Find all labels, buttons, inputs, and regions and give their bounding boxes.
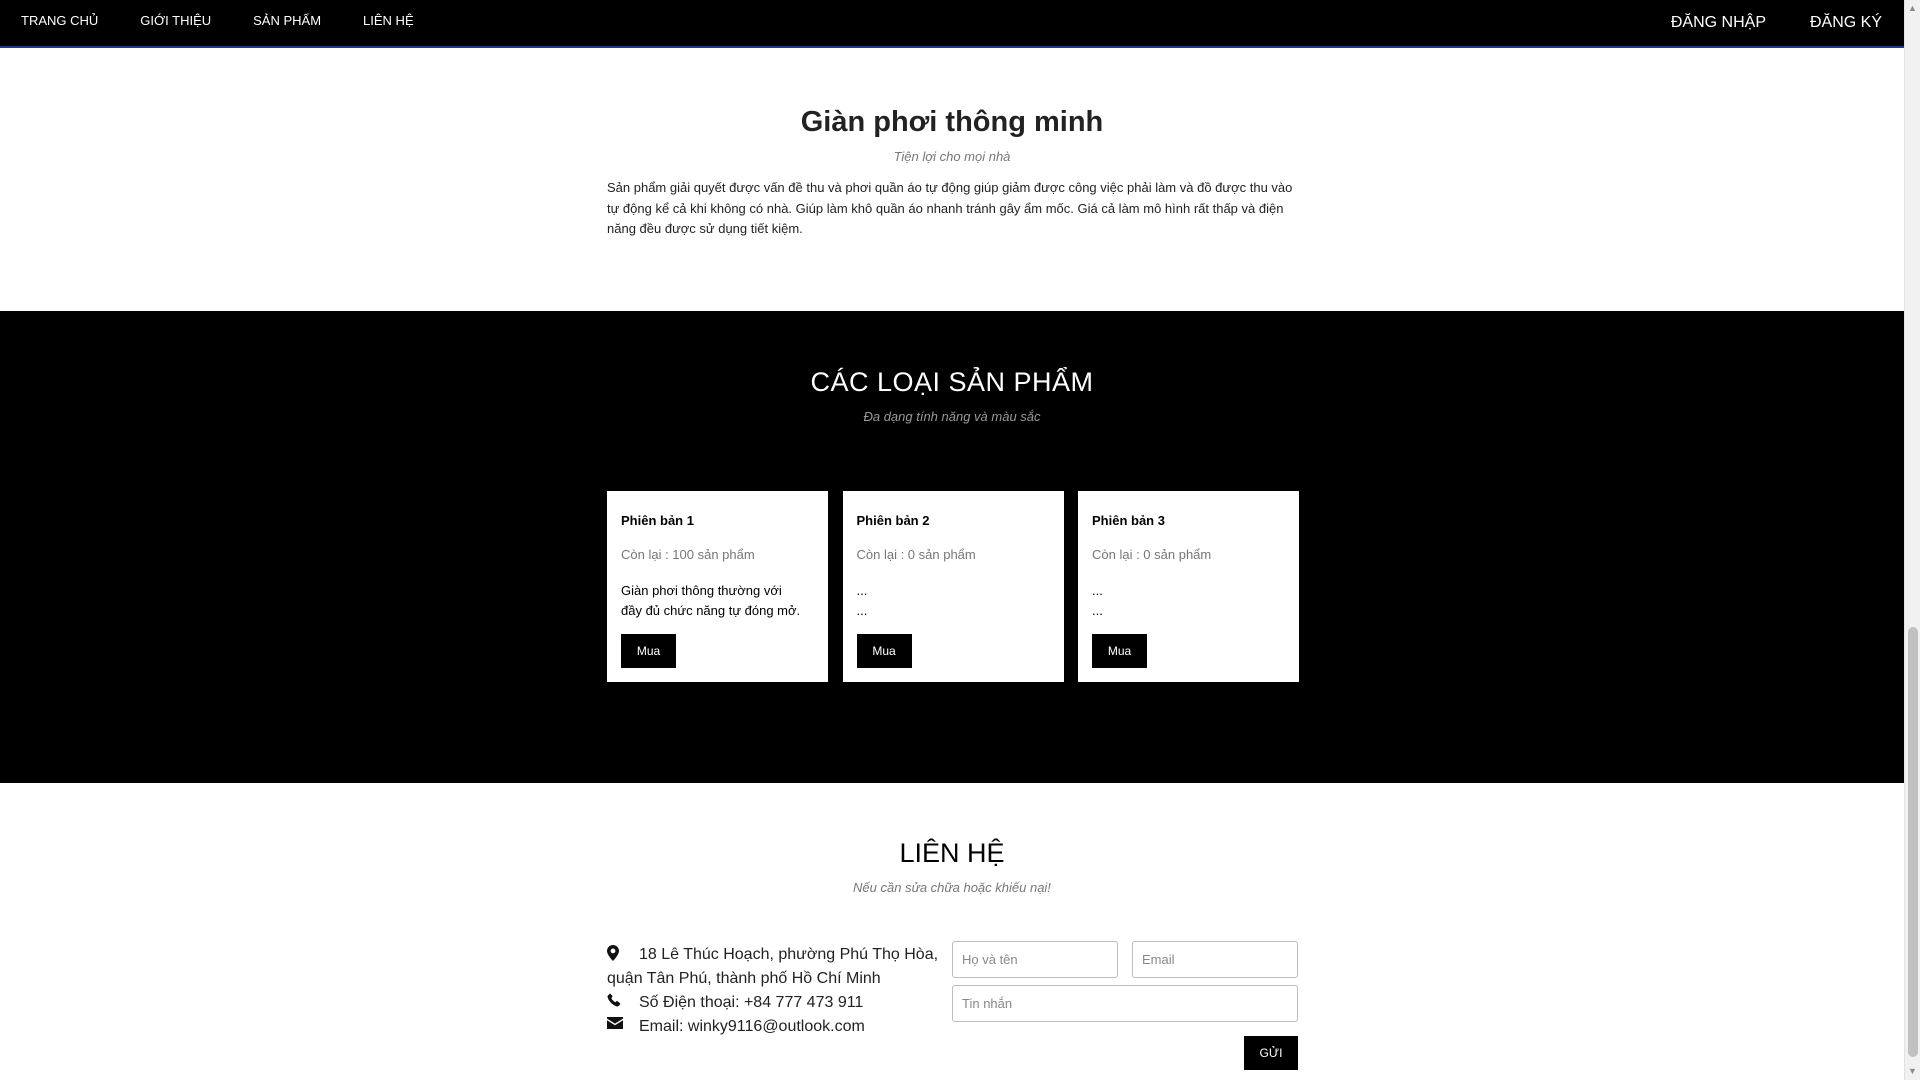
email-text: Email: winky9116@outlook.com xyxy=(639,1018,865,1035)
product-card-3: Phiên bản 3 Còn lại : 0 sản phẩm ... ...… xyxy=(1078,491,1299,682)
buy-button[interactable]: Mua xyxy=(1092,634,1147,668)
product-stock: Còn lại : 100 sản phẩm xyxy=(621,547,755,562)
about-title: Giàn phơi thông minh xyxy=(800,106,1104,138)
contact-section: LIÊN HỆ Nếu cần sửa chữa hoặc khiếu nại!… xyxy=(0,783,1904,1080)
contact-info: 18 Lê Thúc Hoạch, phường Phú Thọ Hòa, qu… xyxy=(607,943,947,1039)
scroll-up-arrow-icon[interactable]: ▲ xyxy=(1905,0,1920,17)
phone-icon xyxy=(607,993,639,1013)
message-input[interactable] xyxy=(952,985,1298,1022)
product-name: Phiên bản 1 xyxy=(621,513,694,528)
product-desc-line: Giàn phơi thông thường với xyxy=(621,583,782,598)
product-card-2: Phiên bản 2 Còn lại : 0 sản phẩm ... ...… xyxy=(842,491,1064,682)
products-section: CÁC LOẠI SẢN PHẨM Đa dạng tính năng và m… xyxy=(0,311,1904,783)
scroll-down-arrow-icon[interactable]: ▼ xyxy=(1905,1063,1920,1080)
product-name: Phiên bản 3 xyxy=(1092,513,1165,528)
address-line-2: quận Tân Phú, thành phố Hồ Chí Minh xyxy=(607,970,881,987)
product-desc-line: ... xyxy=(1092,603,1103,618)
about-description: Sản phẩm giải quyết được vấn đề thu và p… xyxy=(607,180,1293,236)
contact-title: LIÊN HỆ xyxy=(899,838,1005,868)
product-desc-line: ... xyxy=(856,583,868,598)
nav-item-products[interactable]: SẢN PHẨM xyxy=(232,0,342,46)
address-line-1: 18 Lê Thúc Hoạch, phường Phú Thọ Hòa, xyxy=(639,946,939,963)
product-description: Giàn phơi thông thường với đầy đủ chức n… xyxy=(621,581,814,621)
product-cards: Phiên bản 1 Còn lại : 100 sản phẩm Giàn … xyxy=(607,491,1299,682)
product-stock: Còn lại : 0 sản phẩm xyxy=(856,547,976,562)
nav-item-home[interactable]: TRANG CHỦ xyxy=(0,0,119,46)
product-stock: Còn lại : 0 sản phẩm xyxy=(1092,547,1212,562)
name-input[interactable] xyxy=(952,941,1118,978)
scrollbar-thumb[interactable] xyxy=(1908,627,1918,1057)
register-link[interactable]: ĐĂNG KÝ xyxy=(1788,0,1904,46)
products-title: CÁC LOẠI SẢN PHẨM xyxy=(810,367,1094,397)
product-card-1: Phiên bản 1 Còn lại : 100 sản phẩm Giàn … xyxy=(607,491,828,682)
nav-right-menu: ĐĂNG NHẬP ĐĂNG KÝ xyxy=(1649,0,1904,46)
nav-item-contact[interactable]: LIÊN HỆ xyxy=(342,0,435,46)
nav-item-about[interactable]: GIỚI THIỆU xyxy=(119,0,232,46)
product-desc-line: đầy đủ chức năng tự đóng mở. xyxy=(621,603,801,618)
email-input[interactable] xyxy=(1132,941,1298,978)
address-line: 18 Lê Thúc Hoạch, phường Phú Thọ Hòa, xyxy=(607,943,947,967)
buy-button[interactable]: Mua xyxy=(621,634,676,668)
product-description: ... ... xyxy=(857,581,1050,621)
contact-subtitle: Nếu cần sửa chữa hoặc khiếu nại! xyxy=(853,880,1051,895)
contact-form: GỬI xyxy=(952,941,1298,1081)
envelope-icon xyxy=(607,1016,639,1037)
top-navbar: TRANG CHỦ GIỚI THIỆU SẢN PHẨM LIÊN HỆ ĐĂ… xyxy=(0,0,1904,48)
product-description: ... ... xyxy=(1092,581,1285,621)
about-subtitle: Tiện lợi cho mọi nhà xyxy=(893,149,1011,164)
about-section: Giàn phơi thông minh Tiện lợi cho mọi nh… xyxy=(0,48,1904,311)
products-subtitle: Đa dạng tính năng và màu sắc xyxy=(863,409,1041,424)
phone-text: Số Điện thoại: +84 777 473 911 xyxy=(639,994,864,1011)
email-line: Email: winky9116@outlook.com xyxy=(607,1015,947,1039)
phone-line: Số Điện thoại: +84 777 473 911 xyxy=(607,991,947,1015)
product-desc-line: ... xyxy=(1092,583,1103,598)
buy-button[interactable]: Mua xyxy=(856,634,912,668)
map-marker-icon xyxy=(607,944,639,965)
login-link[interactable]: ĐĂNG NHẬP xyxy=(1649,0,1788,46)
nav-left-menu: TRANG CHỦ GIỚI THIỆU SẢN PHẨM LIÊN HỆ xyxy=(0,0,435,46)
product-desc-line: ... xyxy=(856,603,868,618)
page-scrollbar[interactable]: ▲ ▼ xyxy=(1904,0,1920,1080)
product-name: Phiên bản 2 xyxy=(856,513,930,528)
submit-button[interactable]: GỬI xyxy=(1244,1036,1298,1070)
